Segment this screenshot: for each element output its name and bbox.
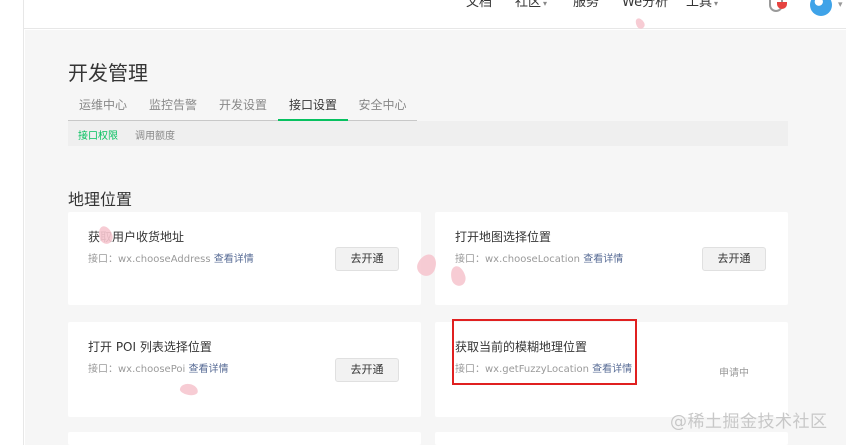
chevron-down-icon[interactable]: ▾ <box>838 0 843 10</box>
view-details-link[interactable]: 查看详情 <box>583 254 623 265</box>
api-card-partial <box>68 432 421 445</box>
subtabs: 接口权限 调用额度 <box>68 121 788 146</box>
topnav-services[interactable]: 服务 <box>573 0 599 10</box>
chevron-down-icon: ▾ <box>714 0 719 8</box>
view-details-link[interactable]: 查看详情 <box>188 364 228 375</box>
top-navbar: 文档 社区 ▾ 服务 We分析 工具 ▾ ▾ <box>24 0 846 29</box>
subtab-call-quota[interactable]: 调用额度 <box>135 127 175 142</box>
topnav-docs[interactable]: 文档 <box>466 0 492 10</box>
activate-button[interactable]: 去开通 <box>702 247 766 271</box>
card-api-desc: 接口：wx.choosePoi 查看详情 <box>88 364 229 375</box>
activate-button[interactable]: 去开通 <box>335 247 399 271</box>
tab-dev-settings[interactable]: 开发设置 <box>208 95 278 121</box>
api-card-choose-address: 获取用户收货地址 接口：wx.chooseAddress 查看详情 去开通 <box>68 212 421 305</box>
status-pending: 申请中 <box>719 368 749 379</box>
topnav-tools[interactable]: 工具 ▾ <box>686 0 718 11</box>
tab-ops-center[interactable]: 运维中心 <box>68 95 138 121</box>
topnav-we-analytics[interactable]: We分析 <box>622 0 668 10</box>
notification-badge <box>777 2 787 9</box>
api-card-partial <box>435 432 788 445</box>
card-api-desc: 接口：wx.chooseAddress 查看详情 <box>88 254 254 265</box>
card-api-desc: 接口：wx.chooseLocation 查看详情 <box>455 254 624 265</box>
api-card-choose-poi: 打开 POI 列表选择位置 接口：wx.choosePoi 查看详情 去开通 <box>68 322 421 417</box>
tab-api-settings[interactable]: 接口设置 <box>278 95 348 121</box>
chevron-down-icon: ▾ <box>543 0 548 8</box>
card-title: 打开 POI 列表选择位置 <box>88 340 212 354</box>
highlight-annotation-box <box>452 319 637 385</box>
main-tabs: 运维中心 监控告警 开发设置 接口设置 安全中心 <box>68 95 417 121</box>
activate-button[interactable]: 去开通 <box>335 358 399 382</box>
subtab-api-permissions[interactable]: 接口权限 <box>78 127 118 142</box>
view-details-link[interactable]: 查看详情 <box>214 254 254 265</box>
card-title: 打开地图选择位置 <box>455 230 552 244</box>
watermark: @稀土掘金技术社区 <box>670 412 828 432</box>
api-card-choose-location: 打开地图选择位置 接口：wx.chooseLocation 查看详情 去开通 <box>435 212 788 305</box>
tab-monitoring-alerts[interactable]: 监控告警 <box>138 95 208 121</box>
avatar[interactable] <box>810 0 832 16</box>
section-title: 地理位置 <box>68 190 133 209</box>
left-strip <box>0 0 24 445</box>
topnav-community[interactable]: 社区 ▾ <box>515 0 547 11</box>
page-title: 开发管理 <box>68 61 148 85</box>
tab-security-center[interactable]: 安全中心 <box>348 95 417 121</box>
